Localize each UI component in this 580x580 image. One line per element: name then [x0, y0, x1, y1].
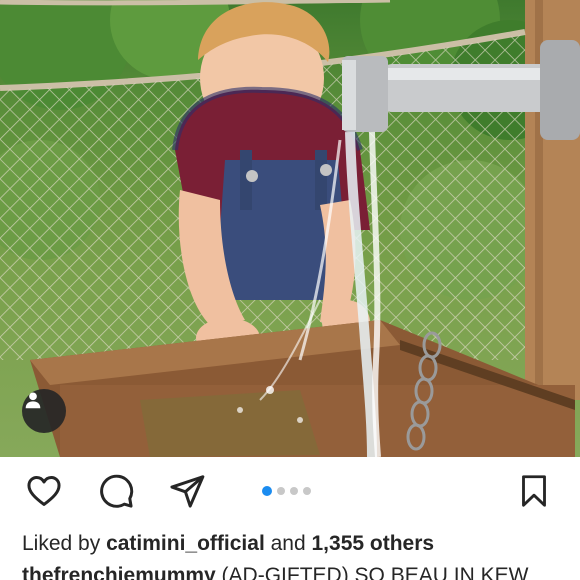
heart-icon: [25, 472, 63, 515]
carousel-dot-active: [262, 486, 272, 496]
carousel-dot: [277, 487, 285, 495]
post-caption: thefrenchiemummy (AD-GIFTED) SO BEAU IN …: [22, 563, 528, 580]
caption-username[interactable]: thefrenchiemummy: [22, 564, 216, 580]
likes-prefix: Liked by: [22, 532, 107, 555]
comment-button[interactable]: [96, 473, 136, 513]
save-button[interactable]: [514, 473, 554, 513]
tagged-people-button[interactable]: [22, 389, 66, 433]
share-button[interactable]: [167, 473, 207, 513]
liked-by-username[interactable]: catimini_official: [106, 532, 265, 555]
paper-plane-icon: [168, 472, 206, 515]
post-action-bar: [0, 457, 580, 527]
post-photo[interactable]: [0, 0, 580, 457]
bookmark-icon: [516, 472, 552, 515]
caption-text: (AD-GIFTED) SO BEAU IN KEW: [215, 564, 529, 580]
likes-count[interactable]: 1,355 others: [312, 532, 435, 555]
photo-illustration: [0, 0, 580, 457]
likes-middle: and: [264, 532, 312, 555]
carousel-dot: [303, 487, 311, 495]
carousel-dot: [290, 487, 298, 495]
carousel-indicator: [262, 486, 311, 496]
comment-icon: [97, 472, 135, 515]
like-button[interactable]: [24, 473, 64, 513]
likes-summary[interactable]: Liked by catimini_official and 1,355 oth…: [22, 531, 434, 557]
